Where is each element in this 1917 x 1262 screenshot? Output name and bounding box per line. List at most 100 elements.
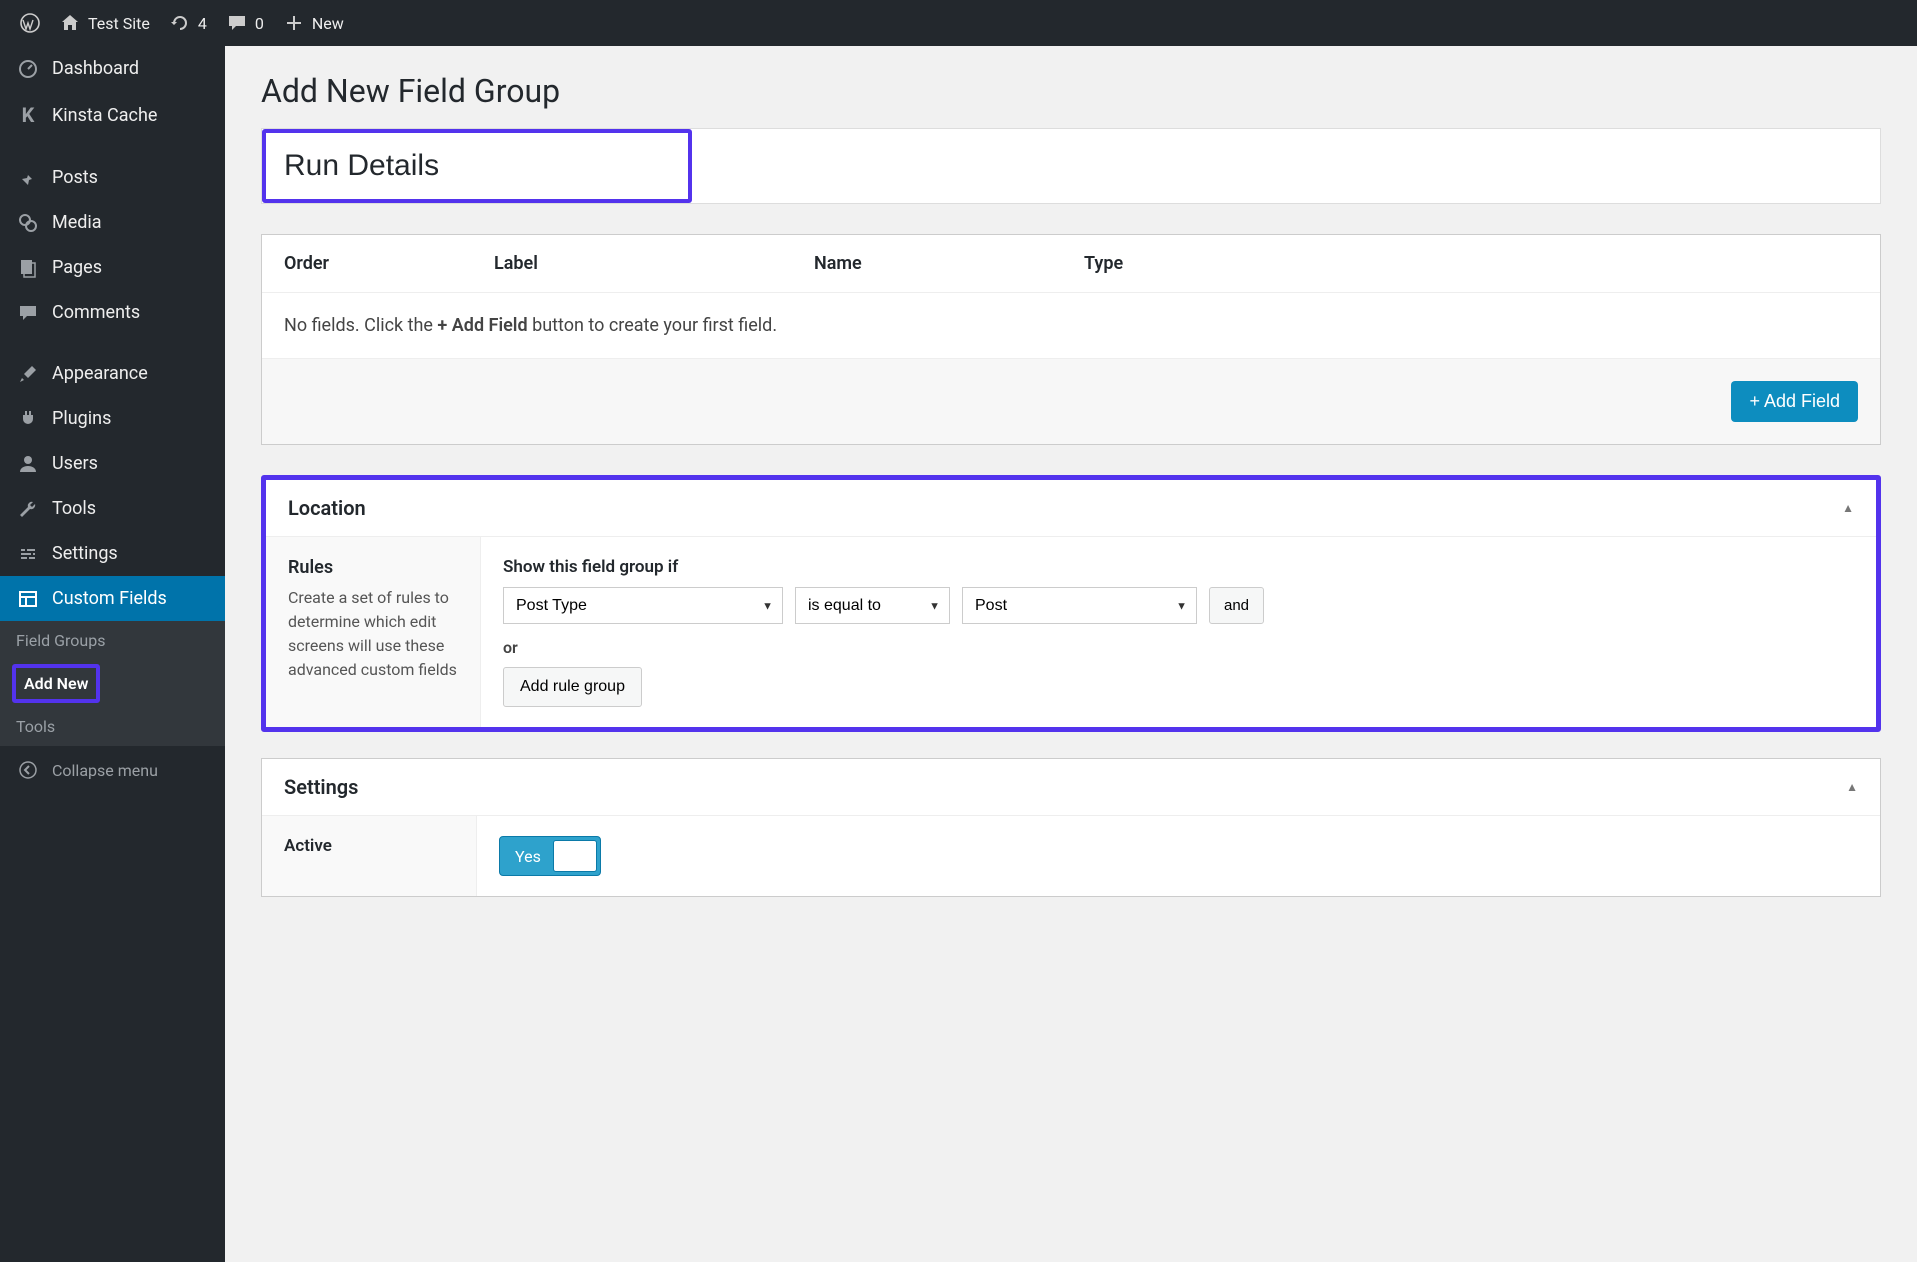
or-label: or bbox=[503, 638, 1854, 657]
menu-label: Tools bbox=[52, 498, 96, 519]
rule-value-select[interactable]: Post bbox=[962, 587, 1197, 624]
wrench-icon bbox=[16, 499, 40, 519]
add-rule-group-button[interactable]: Add rule group bbox=[503, 667, 642, 707]
location-rules-editor: Show this field group if Post Type is eq… bbox=[481, 537, 1876, 727]
site-name: Test Site bbox=[88, 14, 150, 33]
page-title: Add New Field Group bbox=[261, 72, 1881, 110]
location-heading: Location bbox=[288, 496, 366, 520]
menu-appearance[interactable]: Appearance bbox=[0, 351, 225, 396]
add-field-button[interactable]: + Add Field bbox=[1731, 381, 1858, 422]
menu-label: Kinsta Cache bbox=[52, 105, 157, 126]
admin-bar: Test Site 4 0 New bbox=[0, 0, 1917, 46]
menu-plugins[interactable]: Plugins bbox=[0, 396, 225, 441]
custom-fields-submenu: Field Groups Add New Tools bbox=[0, 621, 225, 746]
col-label: Label bbox=[494, 253, 814, 274]
menu-pages[interactable]: Pages bbox=[0, 245, 225, 290]
site-name-link[interactable]: Test Site bbox=[50, 0, 160, 46]
collapse-icon bbox=[16, 760, 40, 780]
rules-desc: Create a set of rules to determine which… bbox=[288, 586, 458, 682]
rule-operator-select[interactable]: is equal to bbox=[795, 587, 950, 624]
fields-columns-header: Order Label Name Type bbox=[262, 235, 1880, 293]
brush-icon bbox=[16, 364, 40, 384]
updates-count: 4 bbox=[198, 14, 207, 33]
no-fields-message: No fields. Click the + Add Field button … bbox=[262, 293, 1880, 358]
layout-icon bbox=[16, 589, 40, 609]
submenu-tools[interactable]: Tools bbox=[0, 707, 225, 746]
field-group-title-input[interactable] bbox=[280, 139, 674, 193]
admin-sidebar: Dashboard K Kinsta Cache Posts Media Page… bbox=[0, 46, 225, 1262]
menu-posts[interactable]: Posts bbox=[0, 155, 225, 200]
menu-label: Users bbox=[52, 453, 98, 474]
menu-label: Appearance bbox=[52, 363, 148, 384]
settings-heading: Settings bbox=[284, 775, 358, 799]
home-icon bbox=[60, 13, 80, 33]
menu-label: Custom Fields bbox=[52, 588, 167, 609]
title-row bbox=[261, 128, 1881, 204]
k-icon: K bbox=[16, 103, 40, 127]
pin-icon bbox=[16, 168, 40, 188]
menu-dashboard[interactable]: Dashboard bbox=[0, 46, 225, 91]
col-order: Order bbox=[284, 253, 494, 274]
chevron-up-icon: ▲ bbox=[1842, 501, 1854, 515]
show-if-label: Show this field group if bbox=[503, 557, 1854, 577]
rule-param-select[interactable]: Post Type bbox=[503, 587, 783, 624]
location-panel-header[interactable]: Location ▲ bbox=[266, 480, 1876, 537]
no-fields-prefix: No fields. Click the bbox=[284, 315, 437, 336]
and-button[interactable]: and bbox=[1209, 587, 1264, 624]
menu-tools[interactable]: Tools bbox=[0, 486, 225, 531]
no-fields-bold: + Add Field bbox=[437, 315, 527, 336]
comments-link[interactable]: 0 bbox=[217, 0, 274, 46]
speedometer-icon bbox=[16, 59, 40, 79]
fields-panel: Order Label Name Type No fields. Click t… bbox=[261, 234, 1881, 445]
comments-count: 0 bbox=[255, 14, 264, 33]
updates-link[interactable]: 4 bbox=[160, 0, 217, 46]
new-label: New bbox=[312, 14, 344, 33]
rule-row: Post Type is equal to Post and bbox=[503, 587, 1854, 624]
comment-icon bbox=[227, 13, 247, 33]
collapse-menu[interactable]: Collapse menu bbox=[0, 746, 225, 794]
location-panel: Location ▲ Rules Create a set of rules t… bbox=[266, 480, 1876, 727]
menu-label: Pages bbox=[52, 257, 102, 278]
menu-label: Plugins bbox=[52, 408, 111, 429]
wp-logo[interactable] bbox=[10, 0, 50, 46]
collapse-label: Collapse menu bbox=[52, 761, 158, 780]
active-toggle[interactable]: Yes bbox=[499, 836, 601, 876]
fields-panel-footer: + Add Field bbox=[262, 358, 1880, 444]
menu-settings[interactable]: Settings bbox=[0, 531, 225, 576]
submenu-add-new[interactable]: Add New bbox=[16, 668, 96, 699]
toggle-knob bbox=[553, 840, 597, 872]
settings-panel: Settings ▲ Active Yes bbox=[261, 758, 1881, 897]
setting-label-active: Active bbox=[262, 816, 477, 896]
new-content-link[interactable]: New bbox=[274, 0, 354, 46]
page-icon bbox=[16, 258, 40, 278]
no-fields-suffix: button to create your first field. bbox=[528, 315, 777, 336]
col-name: Name bbox=[814, 253, 1084, 274]
menu-media[interactable]: Media bbox=[0, 200, 225, 245]
sliders-icon bbox=[16, 544, 40, 564]
comment-icon bbox=[16, 303, 40, 323]
menu-label: Posts bbox=[52, 167, 98, 188]
user-icon bbox=[16, 454, 40, 474]
menu-custom-fields[interactable]: Custom Fields bbox=[0, 576, 225, 621]
menu-label: Comments bbox=[52, 302, 140, 323]
refresh-icon bbox=[170, 13, 190, 33]
wordpress-icon bbox=[20, 13, 40, 33]
media-icon bbox=[16, 213, 40, 233]
submenu-field-groups[interactable]: Field Groups bbox=[0, 621, 225, 660]
settings-panel-header[interactable]: Settings ▲ bbox=[262, 759, 1880, 816]
location-rules-description: Rules Create a set of rules to determine… bbox=[266, 537, 481, 727]
location-panel-highlight: Location ▲ Rules Create a set of rules t… bbox=[261, 475, 1881, 732]
toggle-yes-label: Yes bbox=[503, 847, 553, 866]
chevron-up-icon: ▲ bbox=[1846, 780, 1858, 794]
menu-label: Settings bbox=[52, 543, 118, 564]
menu-comments[interactable]: Comments bbox=[0, 290, 225, 335]
rules-title: Rules bbox=[288, 557, 458, 578]
col-type: Type bbox=[1084, 253, 1858, 274]
menu-label: Media bbox=[52, 212, 102, 233]
menu-label: Dashboard bbox=[52, 58, 139, 79]
plug-icon bbox=[16, 409, 40, 429]
menu-kinsta-cache[interactable]: K Kinsta Cache bbox=[0, 91, 225, 139]
menu-users[interactable]: Users bbox=[0, 441, 225, 486]
plus-icon bbox=[284, 13, 304, 33]
main-content: Add New Field Group Order Label Name Typ… bbox=[225, 46, 1917, 1262]
